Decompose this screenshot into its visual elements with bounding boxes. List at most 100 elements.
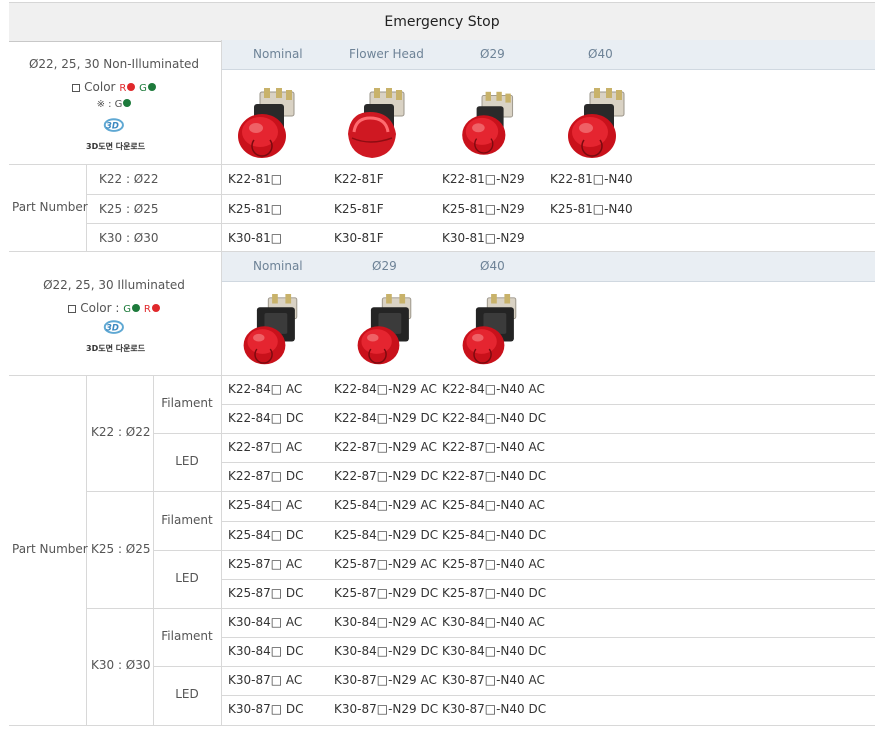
red-dot-icon <box>127 83 136 91</box>
size-label: K30 : Ø30 <box>99 231 159 245</box>
option-box-icon <box>68 305 77 313</box>
part-number: K30-81□-N29 <box>442 231 525 245</box>
part-number: K25-87□-N40 AC <box>442 557 545 571</box>
column-divider <box>221 252 222 725</box>
row-divider <box>153 550 875 551</box>
product-image-n29 <box>350 294 426 370</box>
green-dot-icon <box>147 83 156 91</box>
row-divider <box>9 375 875 376</box>
color-label: Color : <box>80 301 120 315</box>
download-label: 3D도면 다운로드 <box>86 142 146 151</box>
product-image-nominal <box>236 294 312 370</box>
part-number: K22-81□-N29 <box>442 172 525 186</box>
option-box-icon <box>72 84 81 92</box>
row-divider <box>221 404 875 405</box>
product-image-n40 <box>560 86 640 166</box>
product-image-nominal <box>230 86 310 166</box>
part-number: K22-87□-N29 DC <box>334 469 439 483</box>
size-label: K22 : Ø22 <box>91 425 151 439</box>
row-divider <box>221 462 875 463</box>
table-title: Emergency Stop <box>9 2 875 42</box>
color-letter-red: R <box>119 83 127 94</box>
part-number: K25-87□-N29 AC <box>334 557 437 571</box>
part-number: K22-81□ <box>228 172 283 186</box>
color-letter-green: G <box>123 304 131 315</box>
size-label: K25 : Ø25 <box>91 542 151 556</box>
part-number: K22-87□-N40 AC <box>442 440 545 454</box>
column-header-bar <box>221 252 875 282</box>
note-text: ※ : G <box>96 99 123 110</box>
part-number: K25-84□ DC <box>228 528 304 542</box>
part-number: K25-81□-N29 <box>442 202 525 216</box>
row-divider <box>9 164 875 165</box>
part-number: K25-84□-N29 DC <box>334 528 439 542</box>
product-image-flower-head <box>340 86 420 166</box>
part-number-label: Part Number <box>12 542 88 556</box>
3d-icon <box>86 318 156 344</box>
part-number: K30-84□ DC <box>228 644 304 658</box>
part-number: K22-84□-N29 AC <box>334 382 437 396</box>
column-header: Ø40 <box>480 259 505 273</box>
part-number: K25-87□-N29 DC <box>334 586 439 600</box>
part-number: K30-84□ AC <box>228 615 303 629</box>
row-divider <box>86 223 875 224</box>
part-number: K25-81□ <box>228 202 283 216</box>
part-number: K22-87□ DC <box>228 469 304 483</box>
type-label: Filament <box>161 396 213 410</box>
row-divider <box>153 433 875 434</box>
color-letter-red: R <box>143 304 151 315</box>
3d-download-link[interactable]: 3D도면 다운로드 <box>86 318 156 354</box>
part-number: K22-87□-N29 AC <box>334 440 437 454</box>
product-image-n29 <box>455 90 527 162</box>
part-number: K25-81F <box>334 202 384 216</box>
row-divider <box>86 491 875 492</box>
size-label: K25 : Ø25 <box>99 202 159 216</box>
part-number: K25-84□ AC <box>228 498 303 512</box>
color-legend: Color : G R <box>9 301 219 315</box>
part-number: K22-81□-N40 <box>550 172 633 186</box>
green-dot-icon <box>123 99 132 107</box>
part-number: K30-84□-N40 DC <box>442 644 547 658</box>
row-divider <box>221 695 875 696</box>
part-number: K25-87□ DC <box>228 586 304 600</box>
3d-download-link[interactable]: 3D도면 다운로드 <box>86 116 156 152</box>
column-header: Nominal <box>253 259 303 273</box>
part-number: K30-87□-N40 AC <box>442 673 545 687</box>
green-dot-icon <box>131 304 140 312</box>
part-number: K25-84□-N40 DC <box>442 528 547 542</box>
part-number: K25-84□-N40 AC <box>442 498 545 512</box>
row-divider <box>221 579 875 580</box>
part-number: K30-87□ DC <box>228 702 304 716</box>
part-number: K22-84□ AC <box>228 382 303 396</box>
section-title: Ø22, 25, 30 Illuminated <box>43 278 185 292</box>
red-dot-icon <box>151 304 160 312</box>
part-number: K30-87□-N29 DC <box>334 702 439 716</box>
note-legend: ※ : G <box>9 99 219 110</box>
color-letter-green: G <box>139 83 147 94</box>
part-number: K25-87□-N40 DC <box>442 586 547 600</box>
size-label: K22 : Ø22 <box>99 172 159 186</box>
download-label: 3D도면 다운로드 <box>86 344 146 353</box>
part-number: K30-81F <box>334 231 384 245</box>
column-header: Ø29 <box>480 47 505 61</box>
part-number: K30-84□-N29 AC <box>334 615 437 629</box>
product-image-n40 <box>455 294 531 370</box>
part-number-label: Part Number <box>12 200 88 214</box>
part-number: K22-81F <box>334 172 384 186</box>
part-number: K22-84□-N40 DC <box>442 411 547 425</box>
row-divider <box>86 608 875 609</box>
part-number: K22-84□-N29 DC <box>334 411 439 425</box>
column-header: Nominal <box>253 47 303 61</box>
section-title: Ø22, 25, 30 Non-Illuminated <box>28 57 200 71</box>
column-header: Ø40 <box>588 47 613 61</box>
color-label: Color <box>84 80 116 94</box>
part-number: K30-87□-N29 AC <box>334 673 437 687</box>
part-number: K22-87□ AC <box>228 440 303 454</box>
part-number: K25-81□-N40 <box>550 202 633 216</box>
size-label: K30 : Ø30 <box>91 658 151 672</box>
type-label: LED <box>175 571 199 585</box>
color-legend: Color R G <box>9 80 219 94</box>
row-divider <box>153 666 875 667</box>
type-label: Filament <box>161 513 213 527</box>
column-header: Flower Head <box>349 47 424 61</box>
